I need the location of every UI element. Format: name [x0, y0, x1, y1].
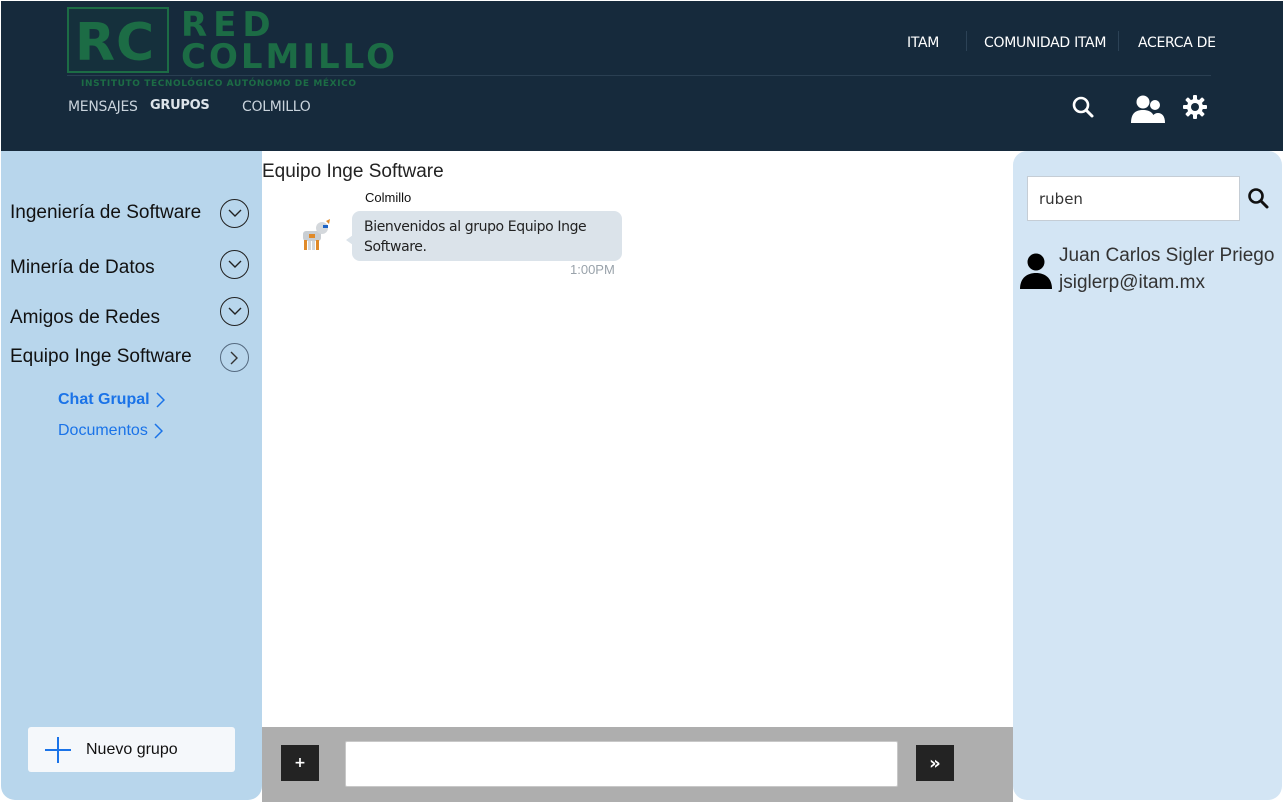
search-icon[interactable] — [1245, 185, 1271, 211]
group-item-mineria-de-datos[interactable]: Minería de Datos — [10, 257, 155, 279]
new-group-label: Nuevo grupo — [86, 740, 178, 758]
user-result-email: jsiglerp@itam.mx — [1059, 272, 1205, 293]
logo-word-colmillo: COLMILLO — [181, 37, 399, 77]
message-bubble: Bienvenidos al grupo Equipo Inge Softwar… — [346, 211, 622, 261]
people-search-input[interactable] — [1027, 176, 1240, 221]
nav-link-comunidad-itam[interactable]: COMUNIDAD ITAM — [984, 35, 1106, 51]
expand-group-button[interactable] — [220, 199, 249, 228]
chevron-down-icon — [228, 260, 241, 268]
chat-area: Equipo Inge Software Colmillo Bienvenido… — [262, 151, 1013, 802]
gear-icon[interactable] — [1181, 93, 1209, 121]
plus-icon — [45, 736, 71, 763]
message-input[interactable] — [345, 741, 898, 787]
colmillo-robot-avatar — [294, 217, 334, 257]
groups-sidebar: Ingeniería de Software Minería de Datos … — [1, 151, 262, 800]
group-item-amigos-de-redes[interactable]: Amigos de Redes — [10, 307, 160, 329]
group-item-ingenieria-de-software[interactable]: Ingeniería de Software — [10, 202, 201, 224]
nav-link-itam[interactable]: ITAM — [907, 35, 939, 51]
chevron-right-icon — [230, 351, 238, 364]
chevron-right-icon — [154, 423, 163, 439]
user-result-name: Juan Carlos Sigler Priego — [1059, 245, 1275, 266]
nav-divider — [1118, 31, 1119, 51]
chevron-down-icon — [228, 209, 241, 217]
message-timestamp: 1:00PM — [570, 262, 615, 277]
logo-initials: RC — [75, 13, 156, 73]
users-icon[interactable] — [1131, 93, 1165, 125]
tab-grupos[interactable]: GRUPOS — [150, 98, 210, 113]
chevron-right-icon — [156, 392, 165, 408]
group-item-equipo-inge-software[interactable]: Equipo Inge Software — [10, 346, 192, 368]
collapse-group-button[interactable] — [220, 343, 249, 372]
nav-divider — [966, 31, 967, 51]
message-sender: Colmillo — [365, 190, 412, 205]
message-composer: + » — [262, 727, 1013, 802]
tab-mensajes[interactable]: MENSAJES — [68, 99, 138, 115]
top-header: RC RED COLMILLO INSTITUTO TECNOLÓGICO AU… — [1, 1, 1283, 151]
search-icon[interactable] — [1069, 93, 1097, 121]
expand-group-button[interactable] — [220, 250, 249, 279]
subitem-label: Documentos — [58, 422, 148, 439]
header-divider — [67, 75, 1211, 76]
logo-tagline: INSTITUTO TECNOLÓGICO AUTÓNOMO DE MÉXICO — [81, 79, 357, 89]
chat-title: Equipo Inge Software — [262, 161, 444, 182]
subitem-documentos[interactable]: Documentos — [58, 422, 163, 440]
new-group-button[interactable]: Nuevo grupo — [28, 727, 235, 772]
nav-link-acerca-de[interactable]: ACERCA DE — [1138, 35, 1216, 51]
subitem-chat-grupal[interactable]: Chat Grupal — [58, 391, 165, 409]
user-avatar-icon — [1019, 251, 1053, 289]
subitem-label: Chat Grupal — [58, 391, 150, 408]
attach-button[interactable]: + — [281, 745, 319, 781]
expand-group-button[interactable] — [220, 297, 249, 326]
user-result-item[interactable]: Juan Carlos Sigler Priego jsiglerp@itam.… — [1019, 239, 1281, 299]
chevron-down-icon — [228, 307, 241, 315]
red-colmillo-logo[interactable]: RC RED COLMILLO INSTITUTO TECNOLÓGICO AU… — [67, 5, 395, 91]
send-button[interactable]: » — [916, 745, 954, 781]
tab-colmillo[interactable]: COLMILLO — [242, 99, 311, 115]
people-search-panel: Juan Carlos Sigler Priego jsiglerp@itam.… — [1013, 151, 1282, 800]
